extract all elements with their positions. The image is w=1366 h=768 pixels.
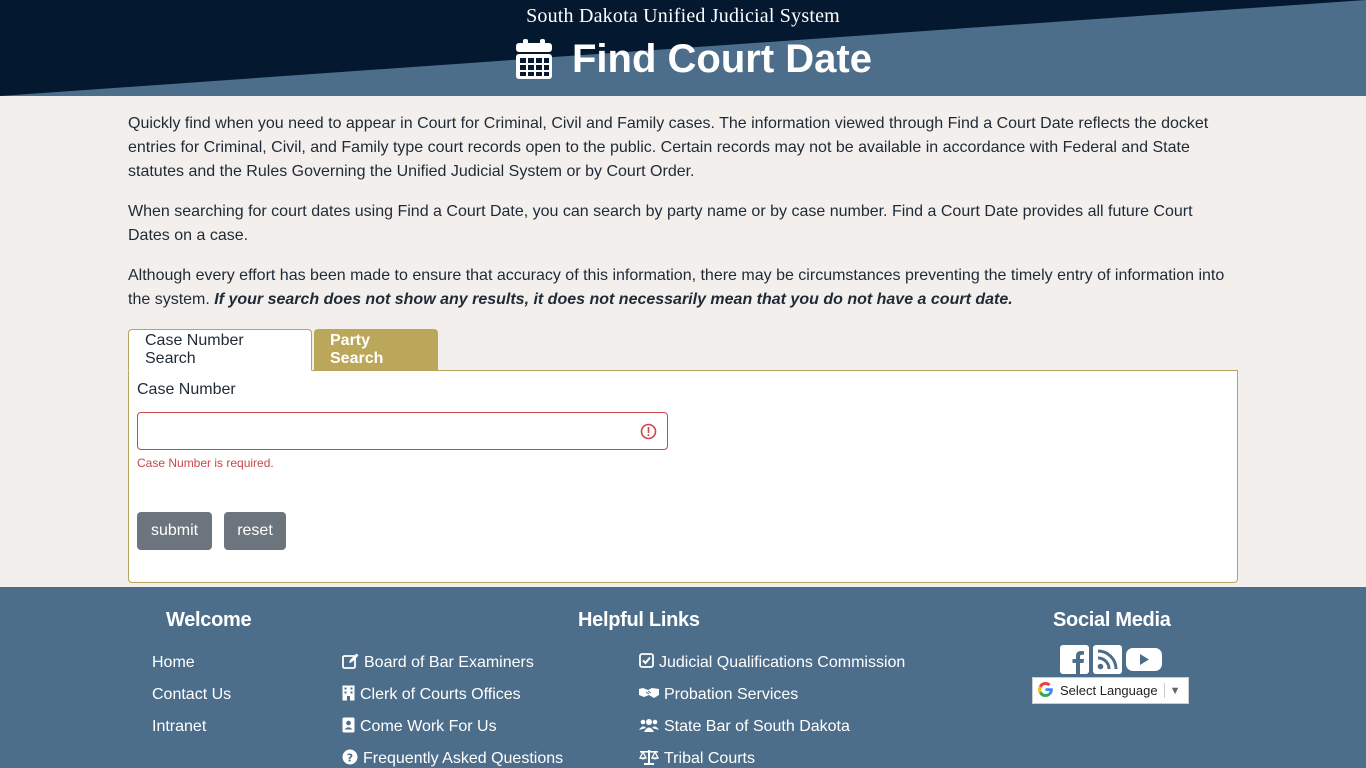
edit-icon [342,653,364,674]
site-footer: Welcome Helpful Links Social Media Home … [0,587,1366,768]
footer-link-label: Judicial Qualifications Commission [659,654,906,671]
building-icon [342,685,360,706]
footer-link-label: Come Work For Us [360,718,497,735]
site-header: South Dakota Unified Judicial System Fin… [0,0,1366,96]
site-brand[interactable]: South Dakota Unified Judicial System [0,5,1366,28]
case-number-field-wrapper [137,412,668,450]
facebook-icon[interactable] [1060,645,1089,679]
footer-link-state-bar-of-south-dakota[interactable]: State Bar of South Dakota [639,711,905,743]
footer-link-probation-services[interactable]: Probation Services [639,679,905,711]
google-g-icon [1037,681,1054,701]
select-language-label: Select Language [1060,683,1158,698]
footer-link-board-of-bar-examiners[interactable]: Board of Bar Examiners [342,647,563,679]
footer-link-label: State Bar of South Dakota [664,718,850,735]
id-badge-icon [342,717,360,738]
case-number-search-panel: Case Number Case Number is required. sub… [128,370,1238,583]
page-title: Find Court Date [572,37,872,81]
helpful-links-column-2: Judicial Qualifications Commission Proba… [638,647,905,768]
balance-scale-icon [638,749,664,768]
case-number-error: Case Number is required. [137,456,274,470]
youtube-icon[interactable] [1126,645,1162,679]
footer-heading-helpful-links: Helpful Links [578,609,700,631]
intro-paragraph-1: Quickly find when you need to appear in … [128,115,1209,180]
dropdown-arrow-icon: ▼ [1169,684,1181,697]
case-number-label: Case Number [137,381,236,398]
footer-link-home[interactable]: Home [152,647,231,679]
footer-heading-social-media: Social Media [1053,609,1171,631]
footer-link-label: Frequently Asked Questions [363,750,564,767]
rss-icon[interactable] [1093,645,1122,679]
intro-paragraph-2: When searching for court dates using Fin… [128,203,1193,244]
svg-text:?: ? [347,751,353,764]
footer-link-frequently-asked-questions[interactable]: ? Frequently Asked Questions [342,743,563,768]
footer-link-contact-us[interactable]: Contact Us [152,679,231,711]
intro-disclaimer: If your search does not show any results… [214,291,1013,308]
handshake-icon [639,686,664,705]
footer-link-label: Board of Bar Examiners [364,654,534,671]
social-media-links [1060,645,1162,679]
question-circle-icon: ? [342,749,363,768]
page-title-row: Find Court Date [516,34,872,84]
select-language-dropdown[interactable]: Select Language ▼ [1032,677,1189,704]
search-tabs: Case Number Search Party Search [128,329,438,371]
footer-link-tribal-courts[interactable]: Tribal Courts [638,743,905,768]
tab-case-number-search[interactable]: Case Number Search [128,329,312,371]
tab-party-search[interactable]: Party Search [314,329,438,371]
intro-paragraph-3: Although every effort has been made to e… [128,264,1238,312]
footer-link-judicial-qualifications-commission[interactable]: Judicial Qualifications Commission [639,647,905,679]
footer-link-label: Probation Services [664,686,799,703]
footer-link-label: Clerk of Courts Offices [360,686,521,703]
footer-link-intranet[interactable]: Intranet [152,711,231,743]
submit-button[interactable]: submit [137,512,212,550]
welcome-links: Home Contact Us Intranet [152,647,231,743]
check-square-icon [639,653,659,673]
footer-link-clerk-of-courts-offices[interactable]: Clerk of Courts Offices [342,679,563,711]
case-number-input[interactable] [138,413,667,449]
footer-link-come-work-for-us[interactable]: Come Work For Us [342,711,563,743]
intro-section: Quickly find when you need to appear in … [128,112,1238,328]
calendar-icon [516,39,552,79]
reset-button[interactable]: reset [224,512,286,550]
footer-link-label: Tribal Courts [664,750,755,767]
footer-heading-welcome: Welcome [166,609,252,631]
helpful-links-column-1: Board of Bar Examiners Clerk of Courts O… [342,647,563,768]
users-icon [639,718,664,737]
dropdown-divider [1163,683,1165,698]
error-circle-icon [640,423,657,445]
